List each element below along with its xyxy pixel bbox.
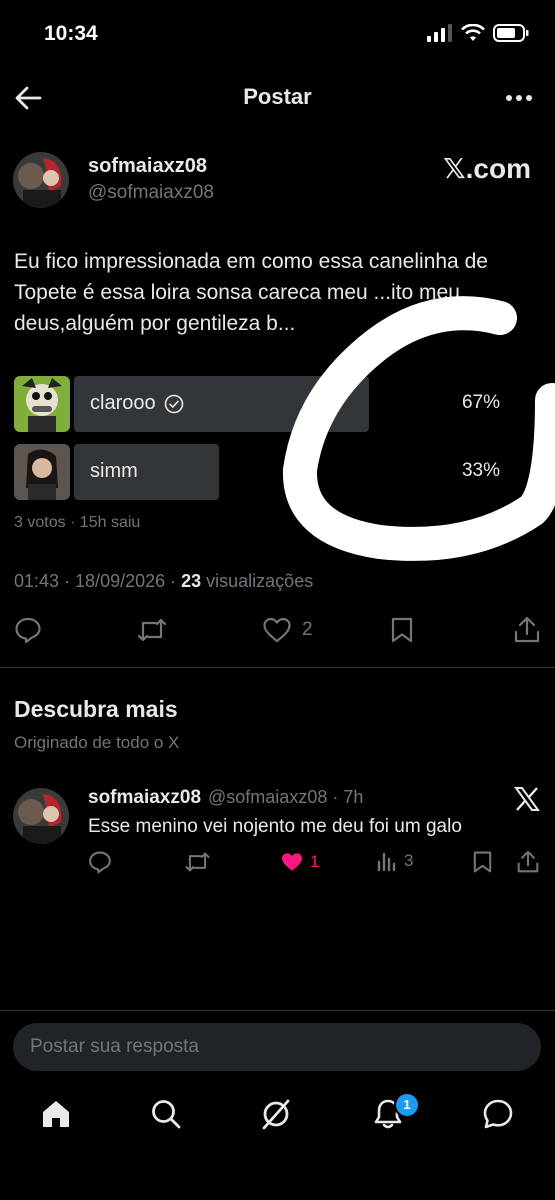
notification-badge: 1 <box>394 1092 420 1118</box>
xcom-watermark: 𝕏.com <box>443 153 531 184</box>
poll-option-label: clarooo <box>90 392 184 415</box>
grok-icon <box>262 1099 290 1130</box>
more-horizontal-icon <box>506 95 532 101</box>
signal-icon <box>427 24 452 42</box>
share-icon <box>517 850 539 873</box>
message-icon <box>483 1099 513 1129</box>
tweet-bookmark-button[interactable] <box>472 850 493 874</box>
tweet-reply-button[interactable] <box>88 850 112 874</box>
tweet-text: Esse menino vei nojento me deu foi um ga… <box>88 816 462 837</box>
reply-placeholder: Postar sua resposta <box>30 1036 199 1057</box>
tweet-views-button[interactable]: 3 <box>376 850 413 872</box>
analytics-icon <box>377 852 396 872</box>
nav-grok[interactable] <box>260 1098 292 1130</box>
avatar-image <box>13 152 69 208</box>
views-count: 23 <box>181 571 202 591</box>
repost-button[interactable] <box>136 616 168 644</box>
bookmark-icon <box>473 851 492 873</box>
battery-icon <box>493 24 529 42</box>
repost-icon <box>185 852 210 872</box>
page-title: Postar <box>243 84 312 109</box>
repost-icon <box>137 618 167 642</box>
tweet-share-button[interactable] <box>517 850 539 874</box>
tweet-like-button[interactable]: 1 <box>280 850 319 874</box>
nav-search[interactable] <box>150 1098 182 1130</box>
search-icon <box>152 1100 181 1129</box>
nav-notifications[interactable]: 1 <box>372 1092 420 1130</box>
views-label: visualizações <box>201 571 314 591</box>
drawn-circle-annotation <box>283 296 555 561</box>
check-circle-icon <box>164 394 183 413</box>
divider <box>0 1010 555 1011</box>
wifi-icon <box>461 24 485 41</box>
heart-icon <box>263 617 291 643</box>
divider <box>0 667 555 668</box>
poll-option-text: simm <box>90 460 138 482</box>
reply-button[interactable] <box>14 616 42 644</box>
like-count: 2 <box>302 619 313 640</box>
poll-option-label: simm <box>90 460 138 483</box>
poll-option-image <box>14 376 70 432</box>
like-button[interactable]: 2 <box>262 616 313 644</box>
tweet-handle-time: @sofmaiaxz08 · 7h <box>208 787 364 807</box>
x-logo-icon <box>514 786 540 812</box>
avatar-image <box>13 788 69 844</box>
share-button[interactable] <box>514 616 540 644</box>
nav-messages[interactable] <box>482 1098 514 1130</box>
nav-home[interactable] <box>40 1098 72 1130</box>
more-options-button[interactable] <box>505 84 533 112</box>
section-subtitle: Originado de todo o X <box>14 733 180 752</box>
heart-filled-icon <box>282 853 302 871</box>
home-icon <box>43 1101 69 1127</box>
tweet-repost-button[interactable] <box>184 850 211 874</box>
tweet-header: sofmaiaxz08 @sofmaiaxz08 · 7h <box>88 787 363 809</box>
avatar[interactable] <box>13 788 69 844</box>
poll-option-text: clarooo <box>90 392 156 414</box>
share-icon <box>514 616 540 643</box>
status-time: 10:34 <box>44 22 98 45</box>
bookmark-button[interactable] <box>390 616 414 644</box>
status-icons <box>427 24 529 42</box>
author-handle[interactable]: @sofmaiaxz08 <box>88 182 214 204</box>
post-timestamp: 01:43 · 18/09/2026 · <box>14 571 182 591</box>
avatar[interactable] <box>13 152 69 208</box>
bookmark-icon <box>391 617 413 643</box>
poll-option-image <box>14 444 70 500</box>
tweet-views-count: 3 <box>404 851 414 870</box>
tweet-like-count: 1 <box>310 852 320 871</box>
post-meta: 01:43 · 18/09/2026 · 23 visualizações <box>14 571 313 592</box>
author-name[interactable]: sofmaiaxz08 <box>88 155 207 178</box>
comment-icon <box>15 617 41 644</box>
poll-summary: 3 votos · 15h saiu <box>14 514 141 531</box>
section-title: Descubra mais <box>14 696 178 722</box>
tweet-author-name[interactable]: sofmaiaxz08 <box>88 787 201 809</box>
comment-icon <box>89 851 111 874</box>
